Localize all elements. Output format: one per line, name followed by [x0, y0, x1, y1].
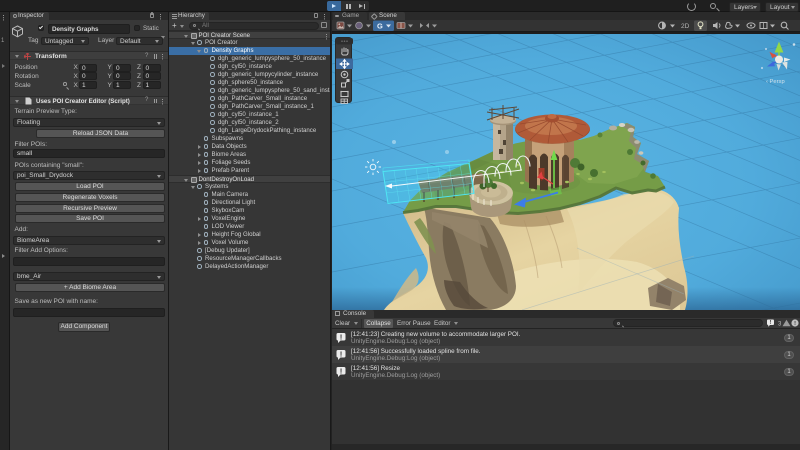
svg-text:!: !: [340, 351, 342, 358]
svg-text:3: 3: [778, 322, 782, 328]
svg-text:!: !: [340, 368, 342, 375]
svg-text:!: !: [340, 334, 342, 341]
svg-text:G: G: [377, 21, 383, 30]
svg-text:2D: 2D: [681, 23, 690, 30]
svg-text:!: !: [794, 321, 796, 327]
svg-text:‹ Persp: ‹ Persp: [766, 79, 785, 85]
